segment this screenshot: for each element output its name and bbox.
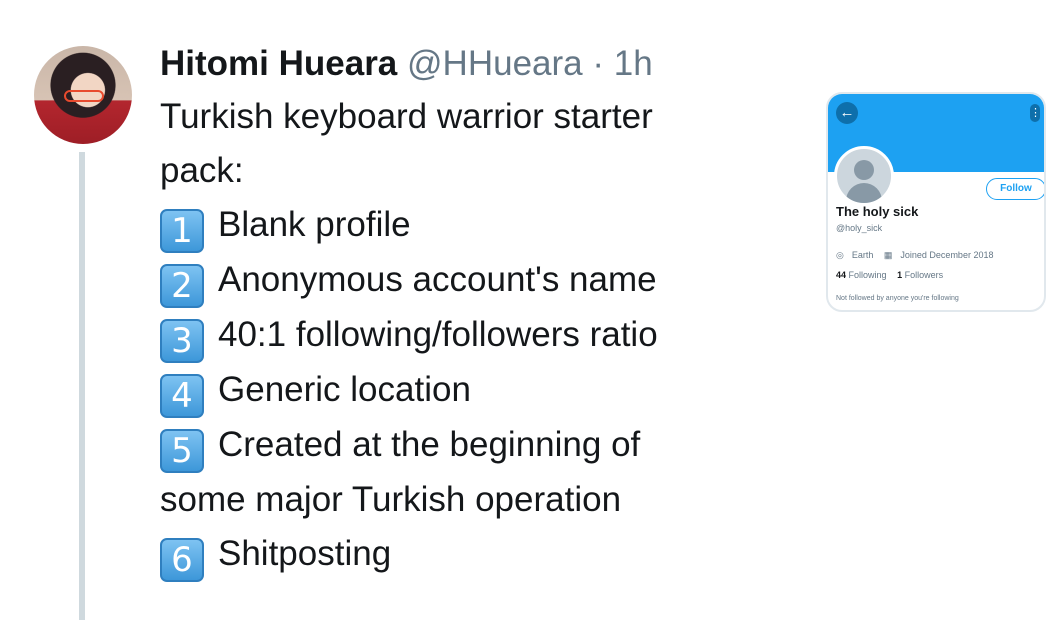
tweet-line-text: Blank profile <box>218 205 411 244</box>
profile-stats: 44 Following 1 Followers <box>836 270 943 280</box>
author-handle[interactable]: @HHueara <box>407 44 583 83</box>
keycap-number-icon: 1 <box>160 209 204 253</box>
default-avatar-icon <box>834 146 894 206</box>
keycap-number-icon: 3 <box>160 319 204 363</box>
tweet-line-text: 40:1 following/followers ratio <box>218 315 658 354</box>
keycap-number-icon: 6 <box>160 538 204 582</box>
tweet-line-text: Shitposting <box>218 534 392 573</box>
profile-location: Earth <box>851 250 874 260</box>
tweet-line-text: Generic location <box>218 370 471 409</box>
tweet-line-text: Created at the beginning of <box>218 425 641 464</box>
tweet-line-text: Anonymous account's name <box>218 260 657 299</box>
location-icon: ◎ <box>836 250 844 260</box>
tweet-line-text: Turkish keyboard warrior starter <box>160 97 653 136</box>
calendar-icon: ▦ <box>883 250 893 260</box>
tweet-line: 2 Anonymous account's name <box>160 253 800 308</box>
thread-line <box>79 152 85 620</box>
profile-screenshot-card[interactable]: ← ⋮ Follow The holy sick @holy_sick ◎ Ear… <box>826 92 1046 312</box>
keycap-number-icon: 5 <box>160 429 204 473</box>
author-avatar[interactable] <box>34 46 132 144</box>
tweet-line-text: some major Turkish operation <box>160 480 622 519</box>
profile-meta: ◎ Earth ▦ Joined December 2018 <box>836 250 1001 261</box>
back-arrow-icon[interactable]: ← <box>836 102 858 124</box>
tweet: Hitomi Hueara @HHueara · 1h Turkish keyb… <box>160 44 800 582</box>
keycap-number-icon: 2 <box>160 264 204 308</box>
author-name[interactable]: Hitomi Hueara <box>160 44 397 83</box>
tweet-line: 6 Shitposting <box>160 527 800 582</box>
tweet-line: 5 Created at the beginning of <box>160 418 800 473</box>
tweet-line: some major Turkish operation <box>160 473 800 527</box>
tweet-line: 1 Blank profile <box>160 198 800 253</box>
header-separator: · <box>592 44 605 83</box>
following-count[interactable]: 44 <box>836 270 846 280</box>
more-options-icon[interactable]: ⋮ <box>1030 104 1041 122</box>
profile-joined: Joined December 2018 <box>900 250 994 260</box>
keycap-number-icon: 4 <box>160 374 204 418</box>
tweet-line: 3 40:1 following/followers ratio <box>160 308 800 363</box>
tweet-line: 4 Generic location <box>160 363 800 418</box>
followed-by-note: Not followed by anyone you're following <box>836 295 959 302</box>
tweet-line: pack: <box>160 144 800 198</box>
avatar-head-shape <box>854 160 874 180</box>
following-label[interactable]: Following <box>849 270 887 280</box>
follow-button[interactable]: Follow <box>986 178 1044 200</box>
followers-count[interactable]: 1 <box>897 270 902 280</box>
avatar-body-shape <box>846 183 882 203</box>
tweet-line-text: pack: <box>160 151 244 190</box>
avatar-glasses-detail <box>64 90 104 102</box>
tweet-timestamp[interactable]: 1h <box>614 44 653 83</box>
profile-display-name: The holy sick <box>836 204 919 219</box>
tweet-header: Hitomi Hueara @HHueara · 1h <box>160 44 800 84</box>
tweet-text: Turkish keyboard warrior starter pack: 1 Bl… <box>160 90 800 582</box>
followers-label[interactable]: Followers <box>905 270 944 280</box>
profile-handle: @holy_sick <box>836 223 883 233</box>
tweet-line: Turkish keyboard warrior starter <box>160 90 800 144</box>
